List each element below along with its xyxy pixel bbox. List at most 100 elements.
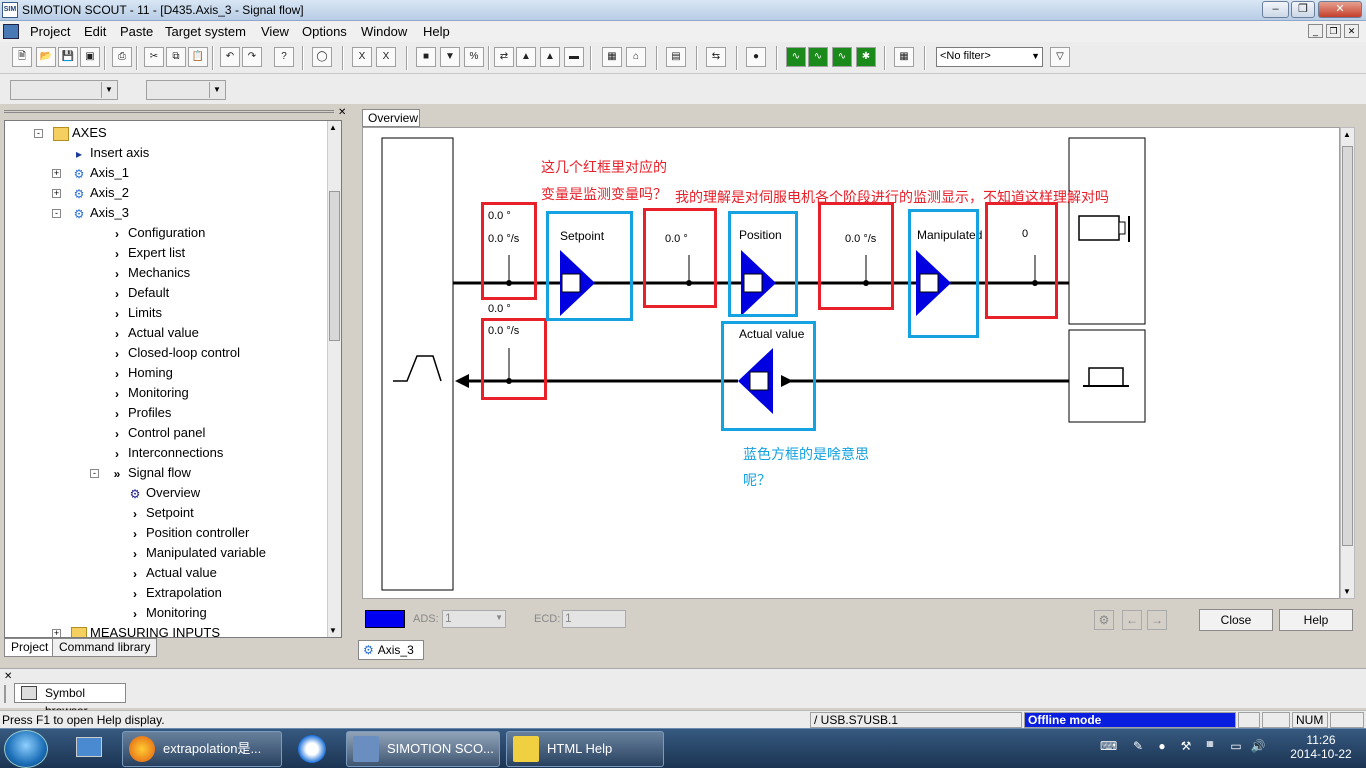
- menu-help[interactable]: Help: [423, 24, 450, 39]
- tree-item[interactable]: › Mechanics: [109, 263, 190, 283]
- scroll-thumb[interactable]: [329, 191, 340, 341]
- device-combo[interactable]: ▼: [10, 80, 118, 100]
- minimize-button[interactable]: –: [1262, 1, 1289, 18]
- menu-window[interactable]: Window: [361, 24, 407, 39]
- diagram-scrollbar[interactable]: ▲ ▼: [1340, 127, 1355, 599]
- tree-item[interactable]: › Expert list: [109, 243, 185, 263]
- taskbar-simotion[interactable]: SIMOTION SCO...: [346, 731, 500, 767]
- save-compile-icon[interactable]: ▣: [80, 47, 100, 67]
- close-window-button[interactable]: ✕: [1318, 1, 1362, 18]
- scroll-down-icon[interactable]: ▼: [1343, 587, 1351, 596]
- menu-paste[interactable]: Paste: [120, 24, 153, 39]
- expand-icon[interactable]: +: [52, 189, 61, 198]
- context-help-icon[interactable]: ?: [274, 47, 294, 67]
- tree-item[interactable]: › Extrapolation: [127, 583, 222, 603]
- import-icon[interactable]: X: [352, 47, 372, 67]
- tree-item[interactable]: AXES: [53, 123, 107, 143]
- open-icon[interactable]: 📂: [36, 47, 56, 67]
- tool-icon[interactable]: ⚒: [1178, 739, 1194, 755]
- qq-icon[interactable]: ●: [1154, 739, 1170, 755]
- export-icon[interactable]: X: [376, 47, 396, 67]
- tree-item[interactable]: › Configuration: [109, 223, 205, 243]
- expand-icon[interactable]: +: [52, 169, 61, 178]
- tree-item[interactable]: › Setpoint: [127, 503, 194, 523]
- scroll-up-icon[interactable]: ▲: [1343, 130, 1351, 139]
- menu-options[interactable]: Options: [302, 24, 347, 39]
- tree-item[interactable]: ⚙ Axis_2: [71, 183, 129, 203]
- expand-icon[interactable]: +: [52, 629, 61, 637]
- help-button[interactable]: Help: [1279, 609, 1353, 631]
- filter-dropdown[interactable]: <No filter> ▼: [936, 47, 1043, 67]
- copy-icon[interactable]: ⧉: [166, 47, 186, 67]
- menu-target-system[interactable]: Target system: [165, 24, 246, 39]
- tree-item[interactable]: › Control panel: [109, 423, 205, 443]
- device-icon-2[interactable]: ▲: [516, 47, 536, 67]
- clock[interactable]: 11:26 2014-10-22: [1286, 733, 1356, 761]
- tree-item[interactable]: » Signal flow: [109, 463, 191, 483]
- taskbar-html-help[interactable]: HTML Help: [506, 731, 664, 767]
- tree-item[interactable]: MEASURING INPUTS: [71, 623, 220, 637]
- maximize-button[interactable]: ❐: [1291, 1, 1315, 18]
- scroll-up-icon[interactable]: ▲: [329, 123, 337, 132]
- type-combo[interactable]: ▼: [146, 80, 226, 100]
- arrow-left-icon[interactable]: ←: [1122, 610, 1142, 630]
- close-button[interactable]: Close: [1199, 609, 1273, 631]
- collapse-icon[interactable]: -: [34, 129, 43, 138]
- save-icon[interactable]: 💾: [58, 47, 78, 67]
- tab-command-library[interactable]: Command library: [52, 638, 158, 657]
- menu-edit[interactable]: Edit: [84, 24, 106, 39]
- computer-app-icon[interactable]: [66, 733, 114, 765]
- panel-grip[interactable]: [4, 110, 334, 113]
- grid-icon[interactable]: ▦: [894, 47, 914, 67]
- start-button[interactable]: [4, 730, 48, 768]
- scroll-thumb[interactable]: [1342, 146, 1353, 546]
- network-icon[interactable]: ⌂: [626, 47, 646, 67]
- download-icon[interactable]: ▼: [440, 47, 460, 67]
- taskbar-firefox[interactable]: extrapolation是...: [122, 731, 282, 767]
- tab-symbol-browser[interactable]: Symbol browser: [14, 683, 126, 718]
- oscilloscope-icon-1[interactable]: ∿: [786, 47, 806, 67]
- mdi-app-icon[interactable]: [3, 24, 19, 39]
- device-icon-4[interactable]: ▬: [564, 47, 584, 67]
- tree-item[interactable]: ⚙ Axis_3: [71, 203, 129, 223]
- scroll-down-icon[interactable]: ▼: [329, 626, 337, 635]
- tree-item[interactable]: › Interconnections: [109, 443, 223, 463]
- device-icon-3[interactable]: ▲: [540, 47, 560, 67]
- tree-item[interactable]: ⚙ Overview: [127, 483, 201, 503]
- menu-view[interactable]: View: [261, 24, 289, 39]
- license-icon[interactable]: ▦: [1202, 739, 1218, 755]
- tree-item[interactable]: ⚙ Axis_1: [71, 163, 129, 183]
- pen-icon[interactable]: ✎: [1130, 739, 1146, 755]
- volume-icon[interactable]: 🔊: [1250, 739, 1266, 755]
- mdi-minimize-button[interactable]: _: [1308, 24, 1323, 38]
- tree-scrollbar[interactable]: ▲ ▼: [327, 121, 341, 637]
- new-icon[interactable]: 🗎: [12, 47, 32, 67]
- detail-grip[interactable]: [4, 685, 12, 703]
- hardware-config-icon[interactable]: ▦: [602, 47, 622, 67]
- tree-item[interactable]: › Actual value: [127, 563, 217, 583]
- tree-item[interactable]: › Monitoring: [127, 603, 207, 623]
- menu-project[interactable]: Project: [30, 24, 70, 39]
- tree-item[interactable]: › Monitoring: [109, 383, 189, 403]
- ecd-field[interactable]: 1: [562, 610, 626, 628]
- connect-target-icon[interactable]: ■: [416, 47, 436, 67]
- gear-icon[interactable]: ⚙: [1094, 610, 1114, 630]
- collapse-icon[interactable]: -: [52, 209, 61, 218]
- detail-close-icon[interactable]: ✕: [4, 671, 12, 682]
- tree-item[interactable]: › Manipulated variable: [127, 543, 266, 563]
- tab-overview[interactable]: Overview: [362, 109, 420, 127]
- tree-item[interactable]: › Position controller: [127, 523, 249, 543]
- mdi-close-button[interactable]: ✕: [1344, 24, 1359, 38]
- percent-icon[interactable]: %: [464, 47, 484, 67]
- redo-icon[interactable]: ↷: [242, 47, 262, 67]
- paste-icon[interactable]: 📋: [188, 47, 208, 67]
- cut-icon[interactable]: ✂: [144, 47, 164, 67]
- trace-icon[interactable]: ▤: [666, 47, 686, 67]
- device-icon-1[interactable]: ⇄: [494, 47, 514, 67]
- oscilloscope-icon-2[interactable]: ∿: [808, 47, 828, 67]
- diagnostics-icon[interactable]: ●: [746, 47, 766, 67]
- network-tray-icon[interactable]: ▭: [1228, 739, 1244, 755]
- media-player-app[interactable]: [290, 733, 336, 765]
- keyboard-icon[interactable]: ⌨: [1100, 739, 1117, 755]
- undo-icon[interactable]: ↶: [220, 47, 240, 67]
